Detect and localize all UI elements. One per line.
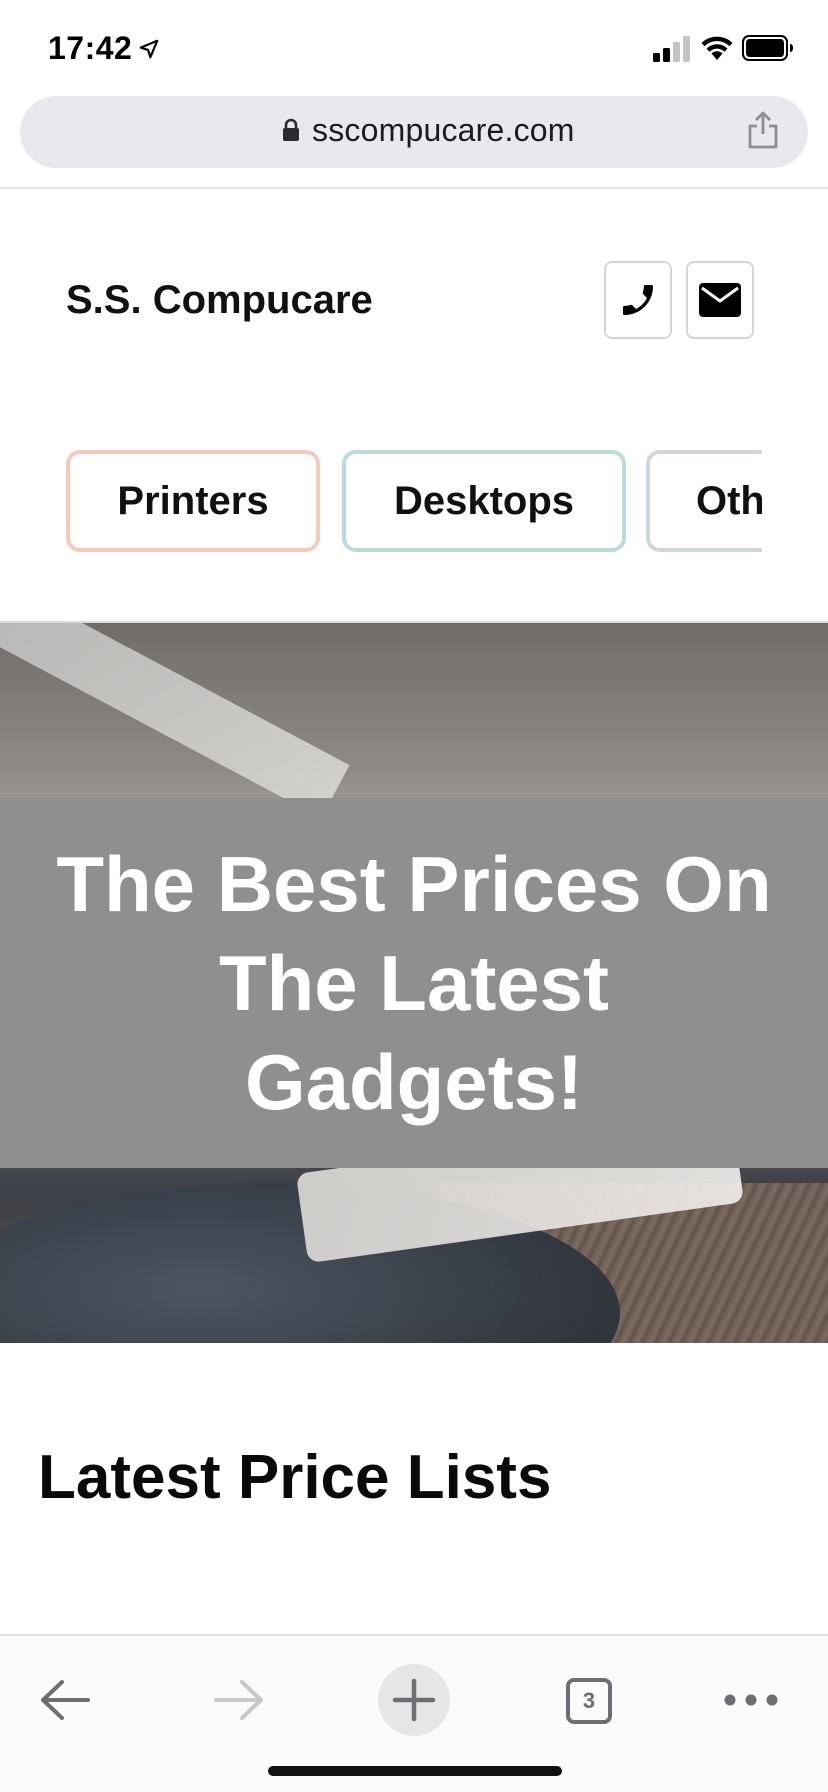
status-bar: 17:42 <box>0 0 828 92</box>
url-text: sscompucare.com <box>312 112 575 148</box>
section-title: Latest Price Lists <box>38 1443 552 1512</box>
back-arrow-icon[interactable] <box>38 1678 92 1722</box>
location-arrow-icon <box>139 39 159 59</box>
site-logo-text[interactable]: S.S. Compucare <box>66 278 373 323</box>
lock-icon <box>283 118 299 141</box>
browser-toolbar: 3 <box>0 1634 828 1792</box>
cellular-signal-icon <box>653 36 690 62</box>
tab-switcher-button[interactable]: 3 <box>566 1678 612 1724</box>
category-desktops[interactable]: Desktops <box>342 450 626 552</box>
plus-icon <box>392 1678 436 1722</box>
address-bar[interactable]: sscompucare.com <box>20 96 808 168</box>
call-button[interactable] <box>604 261 672 339</box>
battery-icon <box>742 35 793 61</box>
email-button[interactable] <box>686 261 754 339</box>
status-time: 17:42 <box>48 30 133 66</box>
hero-text-overlay: The Best Prices On The Latest Gadgets! <box>0 798 828 1168</box>
envelope-icon <box>699 283 741 317</box>
hero-title: The Best Prices On The Latest Gadgets! <box>56 839 772 1126</box>
wifi-icon <box>701 36 733 60</box>
share-icon[interactable] <box>746 110 780 150</box>
hero-background-detail <box>0 623 350 819</box>
category-printers[interactable]: Printers <box>66 450 320 552</box>
more-options-icon[interactable] <box>724 1688 778 1712</box>
hero-banner: The Best Prices On The Latest Gadgets! <box>0 623 828 1343</box>
browser-divider <box>0 187 828 189</box>
forward-arrow-icon[interactable] <box>212 1678 266 1722</box>
category-scroller[interactable]: Printers Desktops Oth <box>66 450 762 554</box>
category-other[interactable]: Oth <box>646 450 762 552</box>
home-indicator <box>268 1766 562 1776</box>
new-tab-button[interactable] <box>378 1664 450 1736</box>
phone-icon <box>623 285 653 315</box>
